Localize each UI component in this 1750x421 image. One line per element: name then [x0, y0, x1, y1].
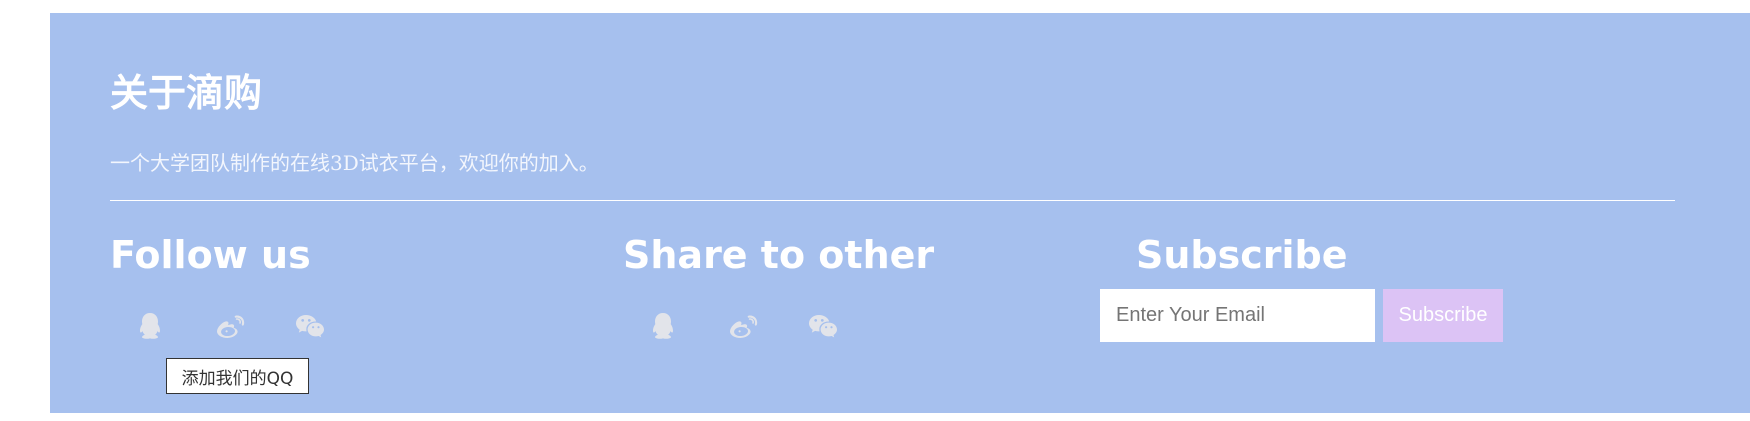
about-description: 一个大学团队制作的在线3D试衣平台，欢迎你的加入。	[110, 151, 599, 175]
site-footer: 关于滴购 一个大学团队制作的在线3D试衣平台，欢迎你的加入。 Follow us…	[50, 13, 1750, 413]
subscribe-title: Subscribe	[1136, 233, 1348, 277]
email-input[interactable]	[1100, 289, 1375, 342]
footer-divider	[110, 200, 1675, 201]
share-wechat-icon[interactable]	[803, 307, 843, 347]
share-qq-icon[interactable]	[643, 307, 683, 347]
qq-tooltip: 添加我们的QQ	[166, 358, 309, 394]
share-weibo-icon[interactable]	[723, 307, 763, 347]
about-title: 关于滴购	[110, 71, 263, 115]
subscribe-button[interactable]: Subscribe	[1383, 289, 1503, 342]
follow-weibo-icon[interactable]	[210, 307, 250, 347]
share-title: Share to other	[623, 233, 935, 277]
follow-wechat-icon[interactable]	[290, 307, 330, 347]
follow-us-title: Follow us	[110, 233, 311, 277]
follow-qq-icon[interactable]	[130, 307, 170, 347]
